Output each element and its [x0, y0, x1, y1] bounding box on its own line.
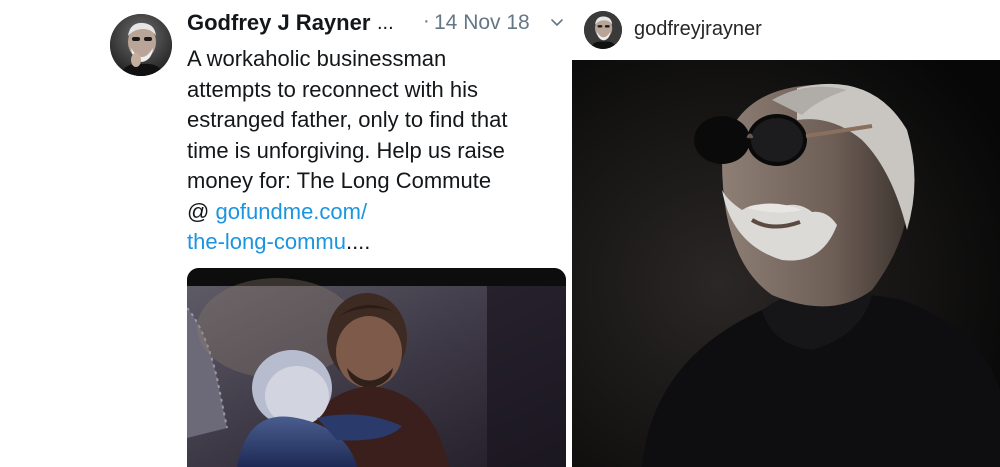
- tweet-card: Godfrey J Rayner ... · 14 Nov 18 A worka…: [0, 0, 572, 467]
- profile-photo-icon: [584, 11, 622, 49]
- portrait-photo-icon: [572, 60, 1000, 467]
- tweet-author-avatar[interactable]: [110, 14, 172, 76]
- tweet-text: A workaholic businessman attempts to rec…: [187, 44, 572, 258]
- profile-photo-icon: [110, 14, 172, 76]
- tweet-link-line: the-long-commu....: [187, 227, 572, 258]
- tweet-media-card[interactable]: [187, 268, 566, 467]
- tweet-text-line: attempts to reconnect with his: [187, 76, 479, 102]
- tweet-header: Godfrey J Rayner ... · 14 Nov 18: [187, 10, 572, 40]
- instagram-post-header: godfreyjrayner: [572, 0, 1000, 60]
- author-name-truncation: ...: [377, 12, 394, 34]
- gofundme-link-continued[interactable]: the-long-commu: [187, 229, 346, 254]
- instagram-avatar[interactable]: [584, 11, 622, 49]
- header-separator: ·: [423, 10, 430, 32]
- video-still-icon: [187, 268, 566, 467]
- tweet-text-line: time is unforgiving. Help us raise: [187, 137, 505, 163]
- gofundme-link[interactable]: gofundme.com/: [215, 199, 367, 224]
- link-ellipsis: ....: [345, 229, 371, 254]
- instagram-post: godfreyjrayner: [572, 0, 1000, 467]
- instagram-username[interactable]: godfreyjrayner: [634, 18, 762, 41]
- tweet-link-line: @ gofundme.com/: [187, 197, 572, 228]
- chevron-down-icon[interactable]: [549, 16, 565, 30]
- tweet-text-line: money for: The Long Commute: [187, 168, 492, 193]
- tweet-text-line: A workaholic businessman: [187, 46, 447, 71]
- link-prefix: @: [187, 198, 216, 224]
- tweet-date[interactable]: 14 Nov 18: [434, 11, 530, 35]
- tweet-author-name[interactable]: Godfrey J Rayner: [187, 10, 370, 36]
- instagram-post-image[interactable]: [572, 60, 1000, 467]
- tweet-text-line: estranged father, only to find that: [187, 107, 508, 132]
